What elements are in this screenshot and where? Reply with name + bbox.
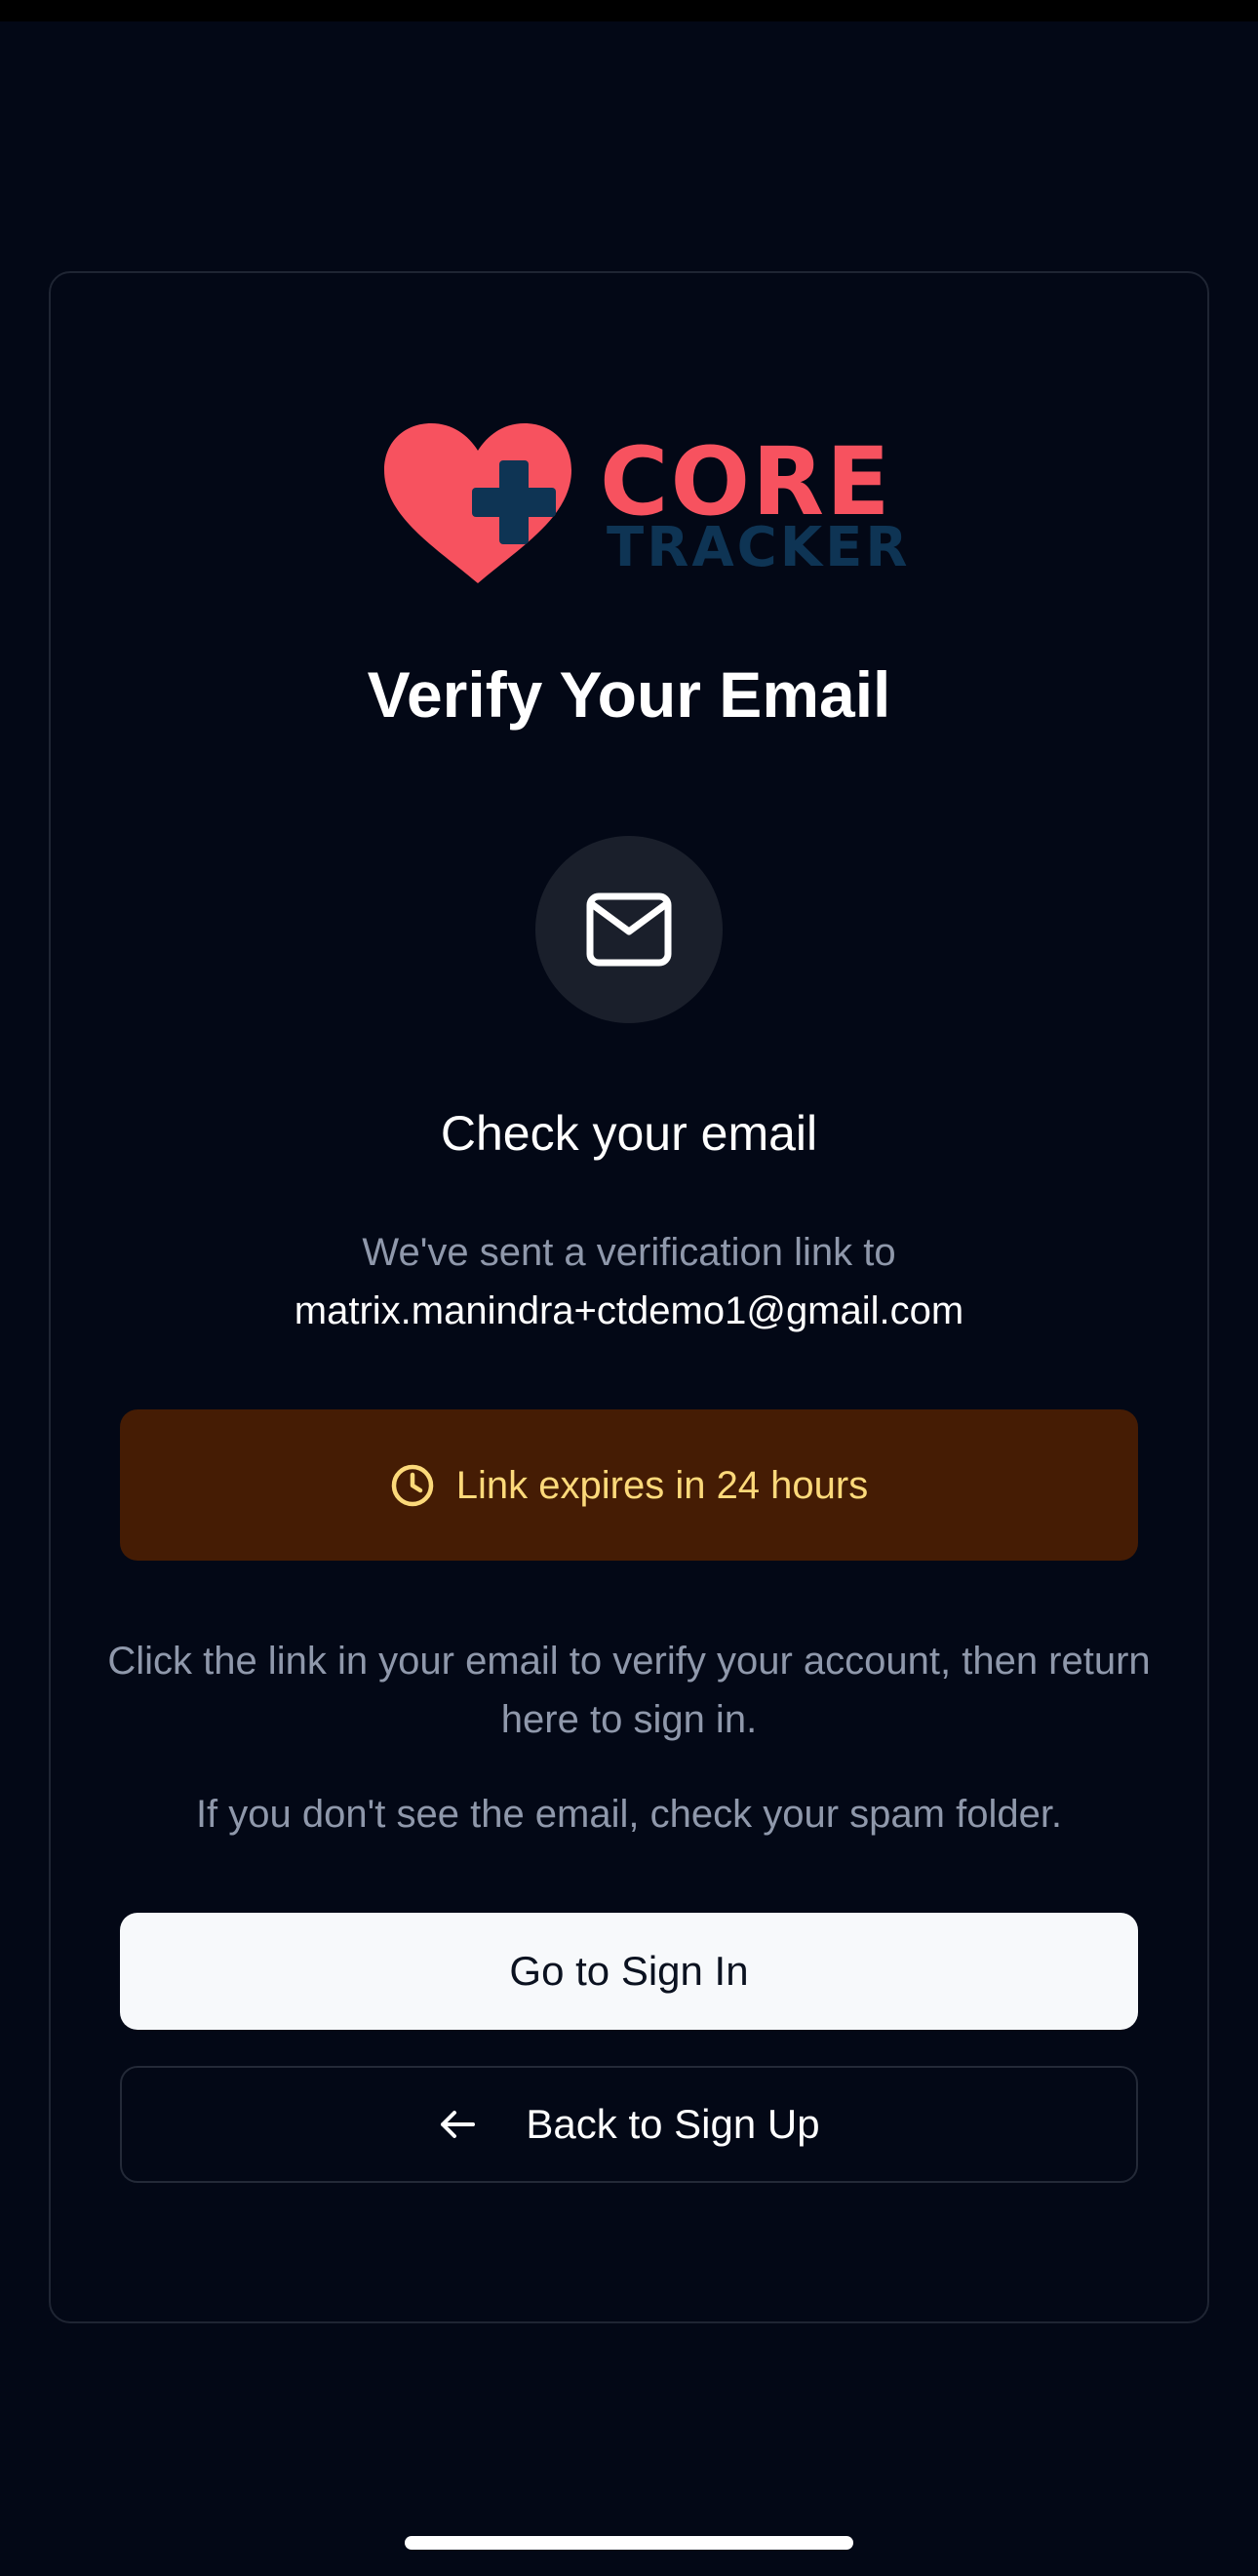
app-logo: CORE TRACKER <box>380 419 908 595</box>
back-button-label: Back to Sign Up <box>526 2101 820 2147</box>
expiry-text: Link expires in 24 hours <box>455 1463 869 1507</box>
go-to-sign-in-button[interactable]: Go to Sign In <box>120 1913 1138 2030</box>
spam-folder-hint: If you don't see the email, check your s… <box>195 1793 1063 1836</box>
sent-link-text: We've sent a verification link to <box>362 1231 896 1274</box>
check-email-heading: Check your email <box>440 1106 818 1161</box>
clock-icon <box>391 1464 434 1506</box>
mail-icon <box>586 892 672 967</box>
home-indicator[interactable] <box>405 2536 853 2550</box>
heart-plus-icon <box>384 423 571 583</box>
email-address: matrix.manindra+ctdemo1@gmail.com <box>294 1289 964 1332</box>
arrow-left-icon <box>441 2111 476 2138</box>
mail-icon-container <box>535 836 723 1023</box>
sign-in-button-label: Go to Sign In <box>509 1948 749 1994</box>
page-title: Verify Your Email <box>367 658 891 731</box>
back-to-sign-up-button[interactable]: Back to Sign Up <box>120 2066 1138 2183</box>
verify-instructions: Click the link in your email to verify y… <box>107 1640 1151 1741</box>
status-bar <box>0 0 1258 21</box>
logo-text-tracker: TRACKER <box>607 516 911 579</box>
expiry-notice: Link expires in 24 hours <box>120 1409 1138 1561</box>
logo-text-core: CORE <box>600 427 892 536</box>
